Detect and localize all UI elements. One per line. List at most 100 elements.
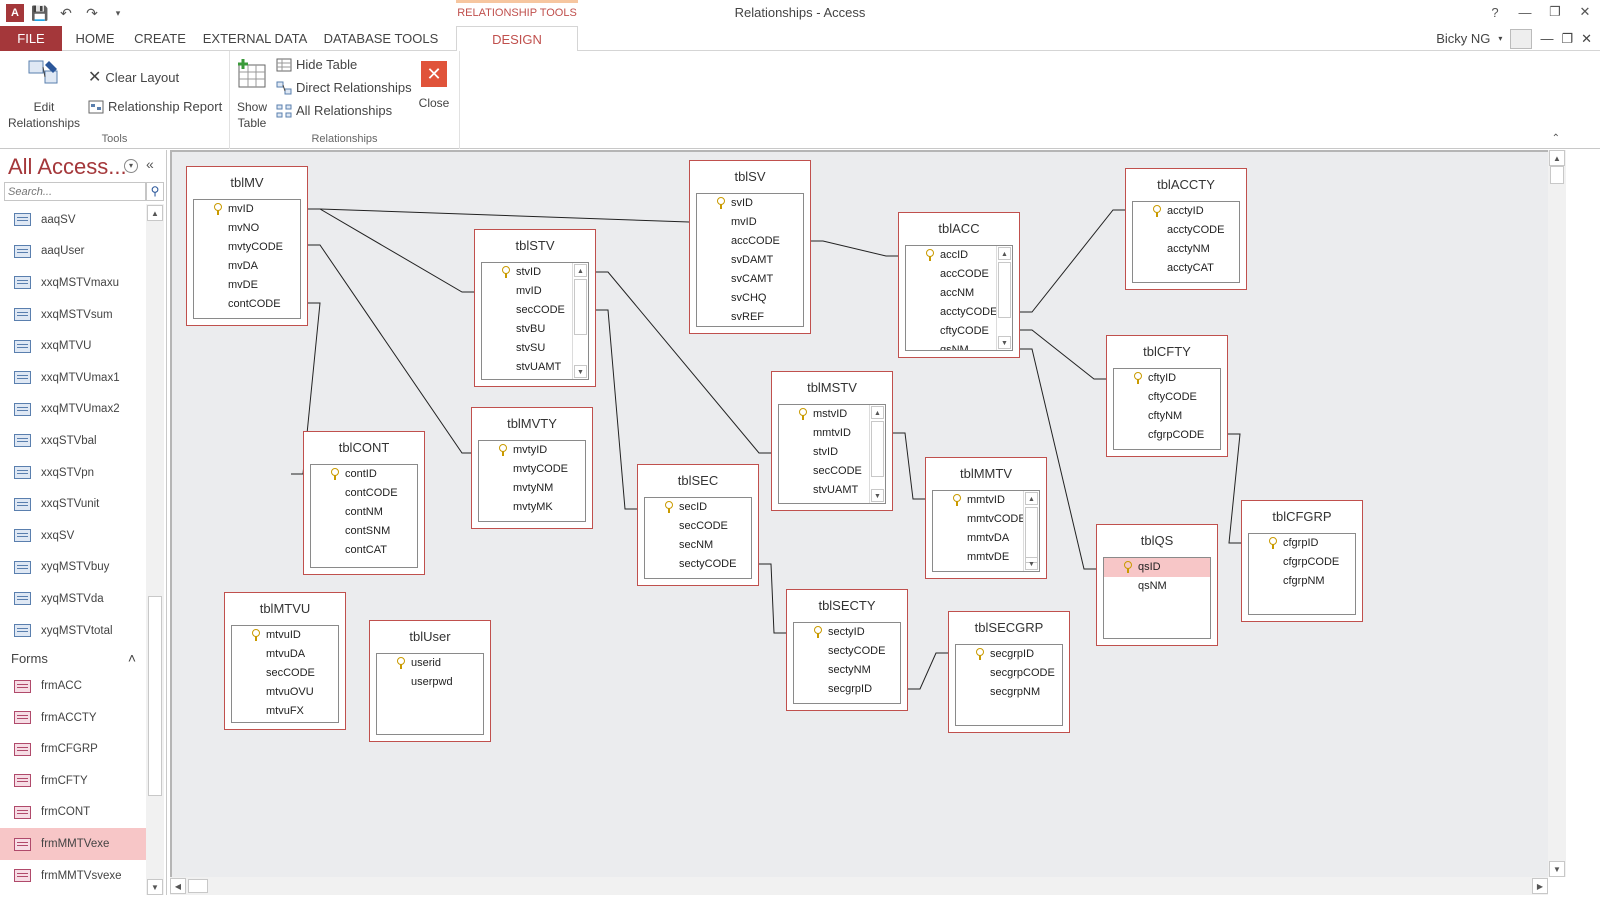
field-row[interactable]: acctyCODE — [1133, 221, 1239, 240]
field-row[interactable]: acctyNM — [1133, 240, 1239, 259]
field-row[interactable]: sectyCODE — [645, 555, 751, 574]
field-list[interactable]: svID mvID accCODE svDAMT svCAMT svCHQ svREF — [696, 193, 804, 327]
field-row[interactable]: mvDE — [194, 276, 300, 295]
field-row[interactable]: secCODE — [645, 517, 751, 536]
field-row[interactable]: contSNM — [311, 522, 417, 541]
field-row[interactable]: sectyNM — [794, 661, 900, 680]
field-row[interactable]: svCHQ — [697, 289, 803, 308]
table-title[interactable]: tblSECGRP — [949, 620, 1069, 635]
nav-query-item[interactable]: xyqMSTVtotal — [0, 615, 146, 647]
canvas-horizontal-scrollbar[interactable]: ◀ ▶ — [170, 877, 1548, 895]
table-title[interactable]: tblSV — [690, 169, 810, 184]
nav-form-item[interactable]: frmCFGRP — [0, 734, 146, 766]
nav-form-item[interactable]: frmCONT — [0, 797, 146, 829]
table-title[interactable]: tblSEC — [638, 473, 758, 488]
table-window-tblmtvu[interactable]: tblMTVU mtvuID mtvuDA secCODE mtvuOVU mtvuFX — [224, 592, 346, 730]
nav-query-item[interactable]: aaqUser — [0, 236, 146, 268]
table-window-tblstv[interactable]: tblSTVstvIDmvIDsecCODEstvBUstvSUstvUAMTs… — [474, 229, 596, 387]
field-row[interactable]: mvID — [697, 213, 803, 232]
field-list[interactable]: acctyID acctyCODE acctyNM acctyCAT — [1132, 201, 1240, 283]
scroll-up-icon[interactable]: ▲ — [147, 205, 163, 221]
nav-query-item[interactable]: xyqMSTVda — [0, 583, 146, 615]
scroll-down-icon[interactable]: ▼ — [574, 365, 587, 378]
field-row[interactable]: cfgrpNM — [1249, 572, 1355, 591]
scroll-up-icon[interactable]: ▲ — [574, 264, 587, 277]
scroll-thumb[interactable] — [574, 279, 587, 335]
field-row[interactable]: mvNO — [194, 219, 300, 238]
direct-relationships-button[interactable]: Direct Relationships — [276, 80, 412, 95]
user-name[interactable]: Bicky NG — [1436, 31, 1490, 46]
scroll-up-icon[interactable]: ▲ — [871, 406, 884, 419]
table-window-tblcont[interactable]: tblCONT contID contCODE contNM contSNM contCA… — [303, 431, 425, 575]
field-row[interactable]: cftyID — [1114, 369, 1220, 388]
table-title[interactable]: tblSECTY — [787, 598, 907, 613]
field-row[interactable]: secCODE — [232, 664, 338, 683]
relationship-line[interactable] — [908, 652, 948, 690]
scroll-thumb[interactable] — [998, 262, 1011, 318]
table-title[interactable]: tblACCTY — [1126, 177, 1246, 192]
field-row[interactable]: contCODE — [194, 295, 300, 314]
field-row[interactable]: secgrpID — [956, 645, 1062, 664]
field-row[interactable]: mvtyCODE — [479, 460, 585, 479]
nav-query-item[interactable]: xxqSTVunit — [0, 488, 146, 520]
nav-query-item[interactable]: xxqSV — [0, 520, 146, 552]
field-row[interactable]: mtvuDA — [232, 645, 338, 664]
table-title[interactable]: tblCFTY — [1107, 344, 1227, 359]
table-window-tblmstv[interactable]: tblMSTV mstvID mmtvID stvID secCODE stvUAMT ▲ ▼ — [771, 371, 893, 511]
field-list[interactable]: accID accCODE accNM acctyCODE cftyCODE qsNM ▲ ▼ — [905, 245, 1013, 351]
field-row[interactable]: qsNM — [1104, 577, 1210, 596]
field-row[interactable]: secgrpID — [794, 680, 900, 699]
clear-layout-button[interactable]: ✕ Clear Layout — [88, 67, 179, 87]
search-icon[interactable]: ⚲ — [146, 182, 164, 201]
field-row[interactable]: svCAMT — [697, 270, 803, 289]
table-title[interactable]: tblMTVU — [225, 601, 345, 616]
tab-database-tools[interactable]: DATABASE TOOLS — [318, 26, 444, 51]
scroll-thumb[interactable] — [871, 421, 884, 477]
table-title[interactable]: tblQS — [1097, 533, 1217, 548]
avatar[interactable] — [1510, 28, 1533, 49]
field-row[interactable]: sectyCODE — [794, 642, 900, 661]
nav-query-item[interactable]: xxqMSTVsum — [0, 299, 146, 331]
tab-design[interactable]: DESIGN — [456, 26, 578, 52]
field-list-scrollbar[interactable]: ▲ ▼ — [869, 405, 885, 503]
field-row[interactable]: secNM — [645, 536, 751, 555]
field-row[interactable]: contCAT — [311, 541, 417, 560]
field-row[interactable]: mvtyCODE — [194, 238, 300, 257]
field-list[interactable]: mstvID mmtvID stvID secCODE stvUAMT ▲ ▼ — [778, 404, 886, 504]
field-list[interactable]: cftyID cftyCODE cftyNM cfgrpCODE — [1113, 368, 1221, 450]
table-title[interactable]: tblACC — [899, 221, 1019, 236]
scroll-down-icon[interactable]: ▼ — [871, 489, 884, 502]
field-row[interactable]: acctyCAT — [1133, 259, 1239, 278]
nav-query-item[interactable]: xxqMTVUmax2 — [0, 394, 146, 426]
relationship-line[interactable] — [308, 208, 701, 223]
field-row[interactable]: svREF — [697, 308, 803, 326]
collapse-nav-icon[interactable]: « — [146, 156, 154, 172]
table-title[interactable]: tblMSTV — [772, 380, 892, 395]
field-list[interactable]: secID secCODE secNM sectyCODE — [644, 497, 752, 579]
field-row[interactable]: secgrpCODE — [956, 664, 1062, 683]
vertical-scroll-thumb[interactable] — [1550, 166, 1564, 184]
field-row[interactable]: svID — [697, 194, 803, 213]
minimize-ribbon-icon[interactable]: — — [1540, 31, 1553, 46]
scroll-down-icon[interactable]: ▼ — [1025, 557, 1038, 570]
tab-file[interactable]: FILE — [0, 26, 62, 51]
field-list-scrollbar[interactable]: ▲ ▼ — [996, 246, 1012, 350]
nav-form-item[interactable]: frmACCTY — [0, 702, 146, 734]
nav-search-input[interactable] — [4, 182, 146, 201]
relationship-line[interactable] — [1020, 209, 1125, 313]
field-row[interactable]: acctyID — [1133, 202, 1239, 221]
table-window-tblmmtv[interactable]: tblMMTV mmtvID mmtvCODE mmtvDA mmtvDE mmtvCOD… — [925, 457, 1047, 579]
field-list[interactable]: stvIDmvIDsecCODEstvBUstvSUstvUAMTstvSU▲▼ — [481, 262, 589, 380]
field-row[interactable]: mtvuFX — [232, 702, 338, 721]
field-row[interactable]: cfgrpID — [1249, 534, 1355, 553]
table-window-tblsec[interactable]: tblSEC secID secCODE secNM sectyCODE — [637, 464, 759, 586]
scroll-up-icon[interactable]: ▲ — [1025, 492, 1038, 505]
field-list-scrollbar[interactable]: ▲ ▼ — [572, 263, 588, 379]
field-list[interactable]: mvID mvNO mvtyCODE mvDA mvDE contCODE — [193, 199, 301, 319]
table-title[interactable]: tblCFGRP — [1242, 509, 1362, 524]
hide-table-button[interactable]: Hide Table — [276, 57, 357, 72]
field-row[interactable]: secgrpNM — [956, 683, 1062, 702]
minimize-icon[interactable]: — — [1510, 0, 1540, 24]
scroll-left-icon[interactable]: ◀ — [170, 878, 186, 894]
table-title[interactable]: tblMVTY — [472, 416, 592, 431]
